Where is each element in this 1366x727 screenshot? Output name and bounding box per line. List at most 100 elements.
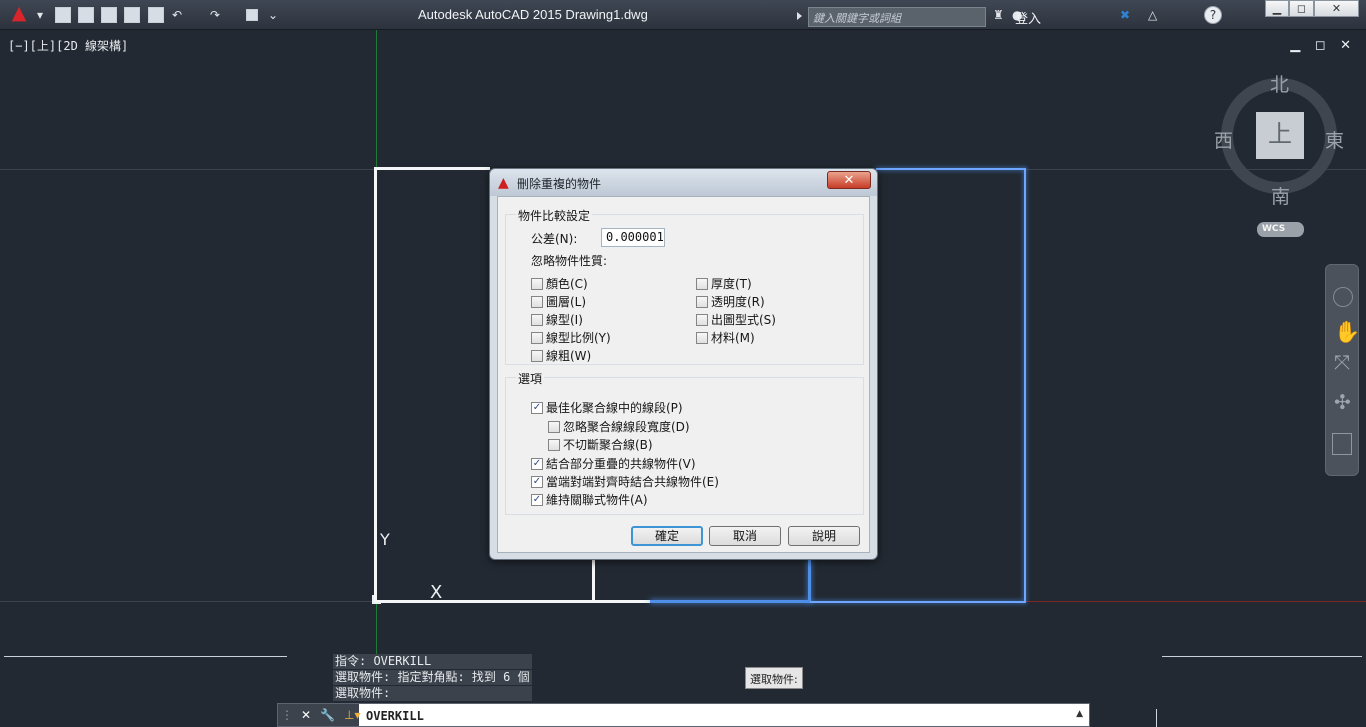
redo-icon[interactable]: ↷: [210, 6, 220, 24]
minimize-icon[interactable]: ▁: [1265, 0, 1289, 17]
autocad-dialog-icon: ▲: [498, 175, 509, 191]
checkbox-box-icon[interactable]: [548, 438, 560, 451]
blue-line-top[interactable]: [876, 168, 1026, 170]
steering-wheel-icon[interactable]: [1333, 287, 1353, 307]
drag-handle-icon[interactable]: ⋮: [281, 708, 293, 722]
checkbox-box-icon[interactable]: [696, 277, 708, 290]
checkbox-box-icon[interactable]: [696, 295, 708, 308]
checkbox-box-icon[interactable]: [548, 420, 560, 433]
command-history: 指令: OVERKILL 選取物件: 指定對角點: 找到 6 個 選取物件:: [333, 654, 532, 702]
exchange-icon[interactable]: ✖: [1120, 6, 1130, 24]
checkbox-box-icon[interactable]: [531, 277, 543, 290]
checkbox-box-icon[interactable]: [696, 313, 708, 326]
help-button[interactable]: 說明: [788, 526, 860, 546]
application-menu-chevron-icon[interactable]: ▾: [37, 6, 43, 24]
command-line[interactable]: ⋮ ✕ 🔧 ⊥▾ OVERKILL ▲: [277, 703, 1090, 727]
zoom-icon[interactable]: ⤧: [1334, 350, 1350, 374]
ucs-icon: [372, 595, 381, 604]
compass-north[interactable]: 北: [1270, 70, 1289, 97]
save-icon[interactable]: [101, 6, 117, 24]
do-not-break-polyline-checkbox[interactable]: 不切斷聚合線(B): [548, 436, 653, 453]
checkbox-checked-icon[interactable]: ✓: [531, 475, 543, 488]
ignore-linetype-scale-checkbox[interactable]: 線型比例(Y): [531, 329, 611, 346]
drawing-line-left: [4, 656, 287, 657]
ignore-color-checkbox[interactable]: 顏色(C): [531, 275, 588, 292]
blue-line-vertical[interactable]: [808, 560, 811, 603]
current-command[interactable]: OVERKILL: [366, 709, 424, 723]
compass-west[interactable]: 西: [1214, 126, 1233, 153]
tolerance-input[interactable]: 0.000001: [601, 228, 665, 247]
checkbox-checked-icon[interactable]: ✓: [531, 401, 543, 414]
checkbox-box-icon[interactable]: [531, 349, 543, 362]
undo-icon[interactable]: ↶: [172, 6, 182, 24]
ignore-lineweight-checkbox[interactable]: 線粗(W): [531, 347, 591, 364]
viewcube-top-face[interactable]: 上: [1256, 112, 1304, 159]
combine-overlapping-checkbox[interactable]: ✓ 結合部分重疊的共線物件(V): [531, 455, 696, 472]
cancel-button[interactable]: 取消: [709, 526, 781, 546]
ignore-thickness-checkbox[interactable]: 厚度(T): [696, 275, 752, 292]
command-prompt-icon[interactable]: ⊥▾: [344, 708, 360, 722]
selected-line-top[interactable]: [374, 167, 490, 170]
selected-line-middle[interactable]: [592, 560, 595, 600]
restore-icon[interactable]: ◻: [1289, 0, 1314, 17]
customize-quick-access-icon[interactable]: ⌄: [268, 6, 278, 24]
showmotion-icon[interactable]: [1332, 433, 1352, 455]
checkbox-box-icon[interactable]: [531, 313, 543, 326]
viewport-controls-label[interactable]: [−][上][2D 線架構]: [8, 37, 128, 54]
tolerance-label: 公差(N):: [531, 232, 578, 246]
dialog-close-button[interactable]: ✕: [827, 171, 871, 189]
window-title: Autodesk AutoCAD 2015 Drawing1.dwg: [418, 7, 648, 22]
ignore-layer-checkbox[interactable]: 圖層(L): [531, 293, 586, 310]
blue-line-baseline[interactable]: [810, 601, 1025, 603]
orbit-icon[interactable]: ✣: [1334, 390, 1351, 414]
combine-end-to-end-checkbox[interactable]: ✓ 當端對端對齊時結合共線物件(E): [531, 473, 719, 490]
ignore-transparency-checkbox[interactable]: 透明度(R): [696, 293, 765, 310]
checkbox-checked-icon[interactable]: ✓: [531, 457, 543, 470]
wcs-menu[interactable]: WCS: [1257, 222, 1304, 237]
save-as-icon[interactable]: [124, 6, 140, 24]
open-file-icon[interactable]: [78, 6, 94, 24]
checkbox-checked-icon[interactable]: ✓: [531, 493, 543, 506]
checkbox-box-icon[interactable]: [696, 331, 708, 344]
command-history-up-icon[interactable]: ▲: [1076, 709, 1083, 719]
search-binoculars-icon[interactable]: ♜: [993, 6, 1004, 24]
compass-east[interactable]: 東: [1325, 126, 1344, 153]
new-file-icon[interactable]: [55, 6, 71, 24]
compass-south[interactable]: 南: [1271, 182, 1290, 209]
dialog-title-bar[interactable]: ▲ 刪除重複的物件 ✕: [490, 169, 877, 196]
help-icon[interactable]: ?: [1204, 6, 1222, 24]
help-search-input[interactable]: 鍵入關鍵字或詞組: [808, 7, 986, 27]
optimize-polyline-checkbox[interactable]: ✓ 最佳化聚合線中的線段(P): [531, 399, 683, 416]
selected-line-left[interactable]: [374, 168, 377, 604]
navigation-bar: ✋ ⤧ ✣: [1325, 264, 1360, 476]
viewport-window-controls[interactable]: ▁ ◻ ✕: [1290, 38, 1356, 53]
blue-line-right[interactable]: [1024, 168, 1026, 603]
checkbox-box-icon[interactable]: [531, 295, 543, 308]
customize-command-line-icon[interactable]: 🔧: [320, 708, 335, 722]
sign-in-link[interactable]: 登入: [1015, 8, 1041, 27]
autocad-logo-icon[interactable]: ▲: [4, 2, 34, 24]
ucs-y-label: Y: [380, 530, 390, 549]
selected-line-bottom[interactable]: [374, 600, 651, 603]
maintain-associative-checkbox[interactable]: ✓ 維持關聯式物件(A): [531, 491, 648, 508]
close-window-icon[interactable]: ✕: [1314, 0, 1359, 17]
blue-line-bottom[interactable]: [650, 600, 810, 603]
ignore-linetype-checkbox[interactable]: 線型(I): [531, 311, 583, 328]
ok-button[interactable]: 確定: [631, 526, 703, 546]
ignore-plot-style-checkbox[interactable]: 出圖型式(S): [696, 311, 776, 328]
plot-icon[interactable]: [148, 6, 164, 24]
dialog-title: 刪除重複的物件: [517, 177, 602, 191]
x-axis-line: [1026, 601, 1366, 602]
history-line: 選取物件:: [333, 686, 532, 701]
grid-line-left: [0, 601, 376, 602]
history-line: 選取物件: 指定對角點: 找到 6 個: [333, 670, 532, 685]
options-group-title: 選項: [516, 370, 545, 387]
ignore-polyline-width-checkbox[interactable]: 忽略聚合線線段寬度(D): [548, 418, 690, 435]
autodesk-360-icon[interactable]: △: [1148, 6, 1157, 24]
workspace-icon[interactable]: [246, 6, 258, 24]
checkbox-box-icon[interactable]: [531, 331, 543, 344]
pan-icon[interactable]: ✋: [1334, 320, 1360, 345]
close-command-line-icon[interactable]: ✕: [301, 708, 311, 722]
search-expand-icon[interactable]: [797, 12, 802, 20]
ignore-material-checkbox[interactable]: 材料(M): [696, 329, 755, 346]
